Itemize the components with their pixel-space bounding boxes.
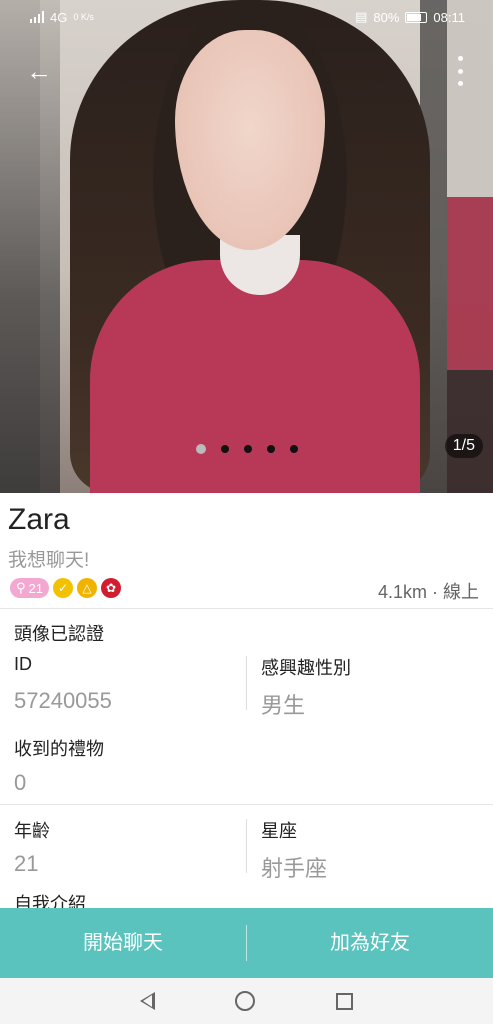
system-nav-bar — [0, 978, 493, 1024]
pager-dot[interactable] — [196, 444, 206, 454]
photo-counter: 1/5 — [444, 434, 483, 458]
profile-photo[interactable] — [0, 0, 493, 493]
column-divider — [246, 656, 247, 710]
id-value: 57240055 — [14, 688, 112, 713]
signal-icon — [30, 11, 44, 23]
distance-status: 4.1km · 線上 — [377, 582, 479, 602]
network-label: 4G — [50, 9, 68, 25]
age-value: 21 — [14, 851, 39, 876]
verified-check-icon: ✓ — [53, 578, 73, 598]
column-divider — [246, 819, 247, 873]
level-value: 21 — [28, 580, 43, 596]
divider — [0, 608, 493, 609]
pager-dot[interactable] — [267, 445, 275, 453]
network-speed: 0 K/s — [73, 12, 94, 22]
profile-tagline: 我想聊天! — [8, 550, 90, 571]
level-badge: ⚲ 21 — [10, 578, 49, 598]
gifts-value: 0 — [14, 770, 27, 795]
flame-icon: △ — [77, 578, 97, 598]
battery-icon — [405, 11, 428, 23]
age-label: 年齡 — [14, 821, 50, 841]
status-bar: 4G 0 K/s ▤ 80% 08:11 — [0, 0, 493, 34]
pager-dot[interactable] — [244, 445, 252, 453]
start-chat-button[interactable]: 開始聊天 — [0, 908, 246, 978]
next-photo-peek — [447, 0, 493, 493]
back-arrow-icon[interactable]: ← — [22, 56, 56, 86]
nav-recents-icon[interactable] — [335, 992, 353, 1010]
divider — [0, 804, 493, 805]
action-bar: 開始聊天 加為好友 — [0, 908, 493, 978]
zodiac-value: 射手座 — [261, 856, 328, 881]
badge-row: ⚲ 21 ✓ △ ✿ — [10, 578, 121, 598]
clock: 08:11 — [433, 9, 465, 25]
id-label: ID — [14, 654, 32, 674]
more-options-icon[interactable] — [455, 56, 465, 86]
region-flag-icon: ✿ — [101, 578, 121, 598]
nav-home-icon[interactable] — [235, 991, 256, 1011]
battery-percent: 80% — [373, 9, 400, 25]
add-friend-button[interactable]: 加為好友 — [247, 908, 493, 978]
gifts-label: 收到的禮物 — [14, 739, 104, 759]
interest-gender-label: 感興趣性別 — [261, 658, 351, 678]
photo-pager-dots[interactable] — [196, 444, 298, 454]
avatar-verified-label: 頭像已認證 — [14, 624, 104, 644]
pager-dot[interactable] — [221, 445, 229, 453]
photo-subject — [70, 0, 430, 493]
zodiac-label: 星座 — [261, 821, 297, 841]
pager-dot[interactable] — [290, 445, 298, 453]
profile-name: Zara — [8, 503, 70, 536]
nav-back-icon[interactable] — [140, 992, 156, 1010]
nfc-icon: ▤ — [355, 9, 368, 24]
key-icon: ⚲ — [16, 580, 26, 595]
interest-gender-value: 男生 — [261, 693, 306, 718]
